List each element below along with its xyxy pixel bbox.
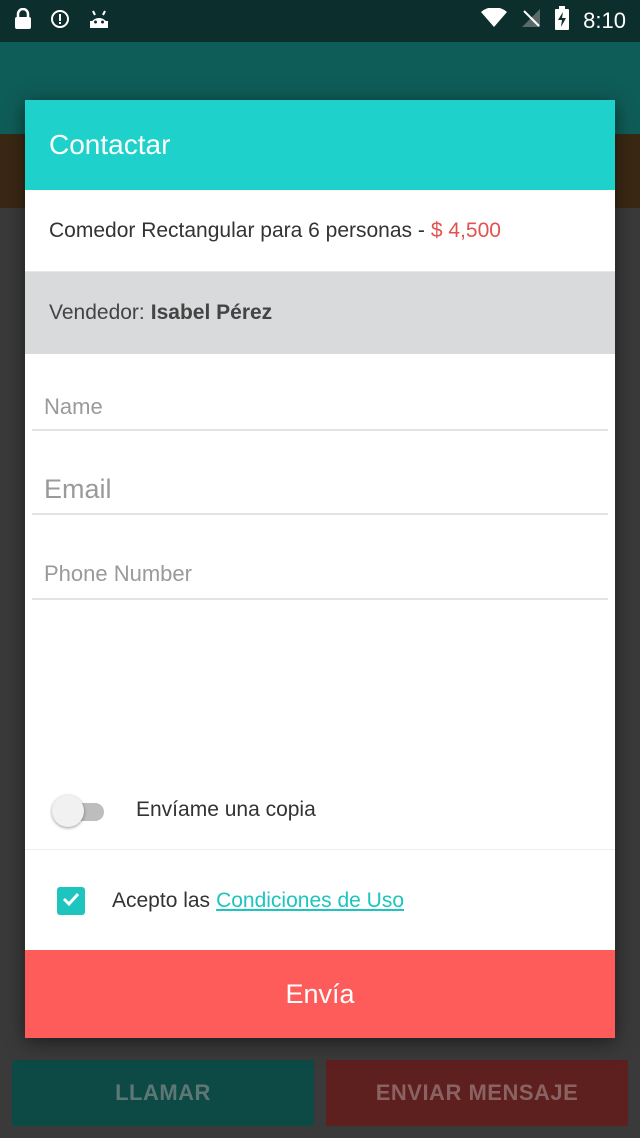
clock-time: 8:10 <box>583 8 626 33</box>
alert-circle-icon <box>50 9 70 34</box>
email-input[interactable] <box>32 465 608 513</box>
name-input[interactable] <box>32 385 608 429</box>
phone-input[interactable] <box>32 550 608 598</box>
lock-icon <box>14 7 32 35</box>
email-field <box>32 465 608 515</box>
checkmark-icon <box>60 888 82 915</box>
send-button[interactable]: Envía <box>25 950 615 1038</box>
no-signal-icon <box>521 8 541 34</box>
copy-toggle[interactable] <box>52 794 108 827</box>
terms-link[interactable]: Condiciones de Uso <box>216 889 404 912</box>
dialog-title: Contactar <box>49 129 171 160</box>
contact-dialog: Contactar Comedor Rectangular para 6 per… <box>25 100 615 1038</box>
terms-prefix: Acepto las <box>112 889 211 912</box>
product-row: Comedor Rectangular para 6 personas - $ … <box>25 190 615 272</box>
seller-name: Isabel Pérez <box>150 301 273 324</box>
wifi-icon <box>481 7 508 34</box>
send-message-button[interactable]: ENVIAR MENSAJE <box>326 1060 628 1126</box>
call-button[interactable]: LLAMAR <box>12 1060 314 1126</box>
phone-field <box>32 550 608 600</box>
seller-label: Vendedor: <box>49 301 145 324</box>
battery-charging-icon <box>555 6 570 36</box>
copy-switch-row: Envíame una copia <box>25 770 615 850</box>
product-title: Comedor Rectangular para 6 personas - <box>49 218 425 242</box>
dialog-header: Contactar <box>25 100 615 190</box>
seller-row: Vendedor: Isabel Pérez <box>25 272 615 354</box>
name-field <box>32 385 608 431</box>
status-bar: 8:10 <box>0 0 640 42</box>
toggle-thumb <box>52 794 84 827</box>
terms-checkbox[interactable] <box>57 887 85 915</box>
android-icon <box>88 9 110 34</box>
terms-row: Acepto las Condiciones de Uso <box>25 852 615 950</box>
copy-label: Envíame una copia <box>136 797 316 821</box>
terms-text: Acepto las Condiciones de Uso <box>112 889 404 913</box>
product-price: $ 4,500 <box>430 218 501 242</box>
